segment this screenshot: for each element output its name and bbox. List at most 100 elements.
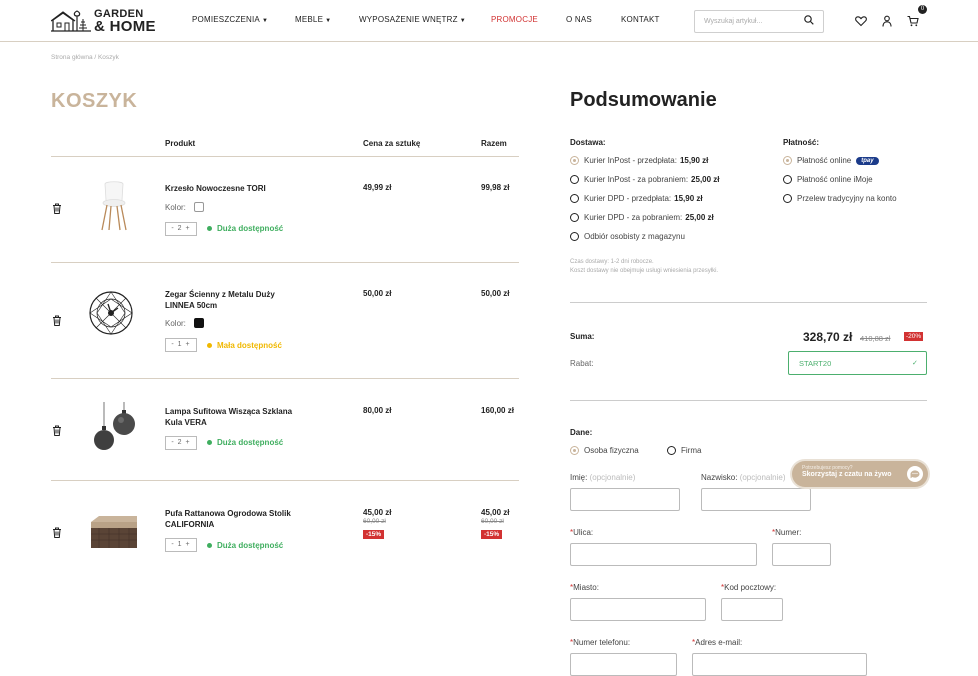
sum-label: Suma: — [570, 332, 595, 341]
tpay-logo: tpay — [856, 156, 879, 165]
product-image-pouf[interactable] — [89, 514, 139, 550]
payment-option-online[interactable]: Płatność online tpay — [783, 156, 879, 165]
logo[interactable]: GARDEN & HOME — [51, 8, 156, 35]
data-title: Dane: — [570, 428, 593, 437]
availability-dot — [207, 543, 212, 548]
product-name[interactable]: Lampa Sufitowa Wisząca Szklana Kula VERA — [165, 406, 305, 428]
rabat-code-input[interactable]: START20 — [788, 351, 927, 375]
availability-text: Mała dostępność — [217, 341, 282, 350]
option-company[interactable]: Firma — [667, 446, 701, 455]
color-label: Kolor: — [165, 319, 186, 328]
radio-button[interactable] — [570, 232, 579, 241]
product-name[interactable]: Zegar Ścienny z Metalu Duży LINNEA 50cm — [165, 289, 305, 311]
breadcrumb: Strona główna / Koszyk — [51, 54, 119, 61]
quantity-stepper[interactable]: - 2 + — [165, 222, 197, 236]
product-name[interactable]: Krzesło Nowoczesne TORI — [165, 183, 305, 194]
product-image-chair[interactable] — [95, 180, 133, 232]
nav-pomieszczenia[interactable]: POMIESZCZENIA ▼ — [192, 15, 268, 24]
availability-dot — [207, 440, 212, 445]
radio-button[interactable] — [783, 175, 792, 184]
chat-bubble-icon — [907, 466, 923, 482]
check-icon: ✓ — [912, 360, 918, 367]
availability-text: Duża dostępność — [217, 224, 284, 233]
delivery-option-inpost-cod[interactable]: Kurier InPost - za pobraniem: 25,00 zł — [570, 175, 720, 184]
delivery-note: Czas dostawy: 1-2 dni robocze. Koszt dost… — [570, 259, 719, 274]
payment-option-imoje[interactable]: Płatność online iMoje — [783, 175, 873, 184]
old-unit-price: 60,00 zł — [363, 518, 386, 525]
divider — [51, 480, 519, 481]
trash-icon[interactable] — [52, 527, 62, 538]
trash-icon[interactable] — [52, 315, 62, 326]
row-total: 50,00 zł — [481, 289, 510, 298]
site-header: GARDEN & HOME POMIESZCZENIA ▼ MEBLE ▼ WYPO… — [0, 0, 978, 42]
radio-button[interactable] — [667, 446, 676, 455]
payment-label: Płatność: — [783, 138, 820, 147]
old-row-total: 60,00 zł — [481, 518, 504, 525]
radio-button[interactable] — [570, 156, 579, 165]
number-label: *Numer: — [772, 528, 802, 537]
sum-old-value: 410,88 zł — [860, 334, 891, 343]
color-label: Kolor: — [165, 203, 186, 212]
phone-field[interactable] — [570, 653, 677, 676]
first-name-field[interactable] — [570, 488, 680, 511]
trash-icon[interactable] — [52, 425, 62, 436]
divider — [570, 400, 927, 401]
postal-code-field[interactable] — [721, 598, 783, 621]
logo-text: GARDEN & HOME — [94, 8, 156, 35]
nav-kontakt[interactable]: KONTAKT — [621, 15, 660, 24]
divider — [570, 302, 927, 303]
last-name-field[interactable] — [701, 488, 811, 511]
search-icon[interactable] — [804, 15, 814, 25]
delivery-label: Dostawa: — [570, 138, 606, 147]
payment-option-transfer[interactable]: Przelew tradycyjny na konto — [783, 194, 897, 203]
sum-value: 328,70 zł — [803, 330, 853, 344]
row-total: 99,98 zł — [481, 183, 510, 192]
nav-wyposazenie[interactable]: WYPOSAŻENIE WNĘTRZ ▼ — [359, 15, 466, 24]
availability-text: Duża dostępność — [217, 438, 284, 447]
radio-button[interactable] — [570, 213, 579, 222]
delivery-option-dpd-cod[interactable]: Kurier DPD - za pobraniem: 25,00 zł — [570, 213, 714, 222]
delivery-option-dpd-prepaid[interactable]: Kurier DPD - przedpłata: 15,90 zł — [570, 194, 703, 203]
nav-o-nas[interactable]: O NAS — [566, 15, 592, 24]
nav-meble[interactable]: MEBLE ▼ — [295, 15, 331, 24]
delivery-option-inpost-prepaid[interactable]: Kurier InPost - przedpłata: 15,90 zł — [570, 156, 708, 165]
quantity-stepper[interactable]: - 1 + — [165, 538, 197, 552]
heart-icon[interactable] — [855, 15, 867, 27]
cart-icon[interactable] — [907, 15, 919, 27]
radio-button[interactable] — [570, 175, 579, 184]
product-name[interactable]: Pufa Rattanowa Ogrodowa Stolik CALIFORNIA — [165, 508, 305, 530]
option-private-person[interactable]: Osoba fizyczna — [570, 446, 639, 455]
street-label: *Ulica: — [570, 528, 594, 537]
delivery-option-pickup[interactable]: Odbiór osobisty z magazynu — [570, 232, 685, 241]
trash-icon[interactable] — [52, 203, 62, 214]
unit-price: 49,99 zł — [363, 183, 392, 192]
availability-dot — [207, 226, 212, 231]
divider — [51, 378, 519, 379]
email-field[interactable] — [692, 653, 867, 676]
postal-code-label: *Kod pocztowy: — [721, 583, 777, 592]
quantity-stepper[interactable]: - 2 + — [165, 436, 197, 450]
unit-price: 50,00 zł — [363, 289, 392, 298]
city-label: *Miasto: — [570, 583, 599, 592]
nav-promocje[interactable]: PROMOCJE — [491, 15, 538, 24]
availability-text: Duża dostępność — [217, 541, 284, 550]
color-swatch[interactable] — [194, 202, 204, 212]
chevron-down-icon: ▼ — [261, 18, 269, 24]
cart-title: KOSZYK — [51, 90, 138, 112]
radio-button[interactable] — [783, 156, 792, 165]
phone-label: *Numer telefonu: — [570, 638, 631, 647]
user-icon[interactable] — [881, 15, 893, 27]
col-header-product: Produkt — [165, 139, 196, 148]
radio-button[interactable] — [570, 446, 579, 455]
radio-button[interactable] — [783, 194, 792, 203]
street-field[interactable] — [570, 543, 757, 566]
number-field[interactable] — [772, 543, 831, 566]
divider — [51, 262, 519, 263]
product-image-lamp[interactable] — [92, 402, 138, 452]
color-swatch[interactable] — [194, 318, 204, 328]
radio-button[interactable] — [570, 194, 579, 203]
quantity-stepper[interactable]: - 1 + — [165, 338, 197, 352]
row-total: 45,00 zł — [481, 508, 510, 517]
city-field[interactable] — [570, 598, 706, 621]
product-image-clock[interactable] — [88, 290, 134, 336]
